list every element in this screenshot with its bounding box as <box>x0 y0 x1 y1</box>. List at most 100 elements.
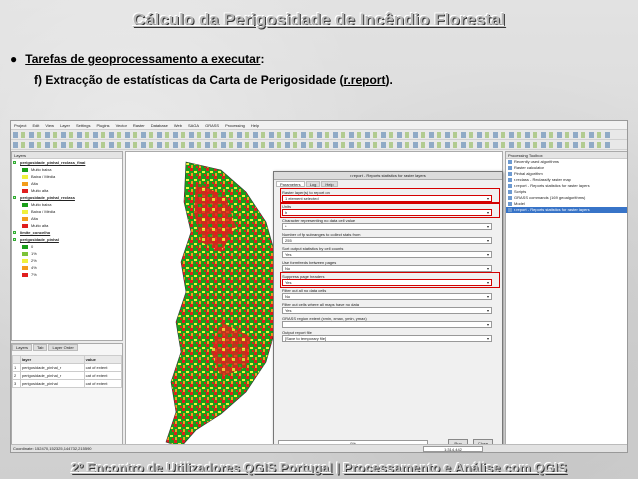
legend-label: 1% <box>31 251 37 256</box>
layer-checkbox[interactable] <box>13 231 16 234</box>
menu-item[interactable]: Processing <box>222 121 248 130</box>
processing-toolbox: Processing Toolbox Recently used algorit… <box>505 151 627 452</box>
algorithm-icon <box>508 202 512 206</box>
field-input[interactable]: [Save to temporary file] <box>282 335 492 342</box>
rreport-link[interactable]: r.report <box>343 73 385 87</box>
toolbar-icons[interactable] <box>13 132 613 138</box>
table-row[interactable]: 3 perigosidade_pinhal cat of extent <box>12 379 123 388</box>
scale-field[interactable]: 1:314,442 <box>423 446 483 452</box>
layers-panel-title: Layers <box>12 152 122 159</box>
attr-tab[interactable]: Layer Order <box>48 344 78 351</box>
dialog-tab[interactable]: Help <box>321 181 338 187</box>
menu-item[interactable]: SAGA <box>185 121 202 130</box>
attribute-panel: Layers Tab Layer Order layer value 1 perigos… <box>11 343 123 452</box>
qgis-screenshot: Project Edit View Layer Settings Plugins Vecto… <box>10 120 628 453</box>
layer-checkbox[interactable] <box>13 161 16 164</box>
layer-checkbox[interactable] <box>13 238 16 241</box>
layer-name: perigosidade_pinhal_reclass_final <box>20 160 86 165</box>
legend-label: Muito alta <box>31 223 49 228</box>
toolbar-1 <box>11 130 627 140</box>
toolbox-item-label: r.report - Reports statistics for raster… <box>514 183 590 188</box>
layer-name: limite_concelho <box>20 230 51 235</box>
field-input[interactable]: Yes <box>282 251 492 258</box>
field-input[interactable]: 1 element selected <box>282 195 492 202</box>
legend-item: 7% <box>12 271 122 278</box>
legend-label: Alta <box>31 216 38 221</box>
dialog-tabs: Parameters Log Help <box>274 180 502 188</box>
legend-label: Muito alta <box>31 188 49 193</box>
legend-label: Muito baixa <box>31 167 52 172</box>
field-input[interactable] <box>282 321 492 328</box>
dialog-field: Filter out cells where all maps have no … <box>282 302 498 314</box>
legend-label: Baixa / Média <box>31 209 56 214</box>
attribute-table: layer value 1 perigosidade_pinhal_r cat of … <box>12 355 123 388</box>
field-input[interactable]: * <box>282 223 492 230</box>
bullet-link[interactable]: Tarefas de geoprocessamento a executar <box>25 52 260 66</box>
legend-swatch <box>22 188 28 193</box>
field-input[interactable]: h <box>282 209 492 216</box>
dialog-field: Use formfeeds between pages No <box>282 260 498 272</box>
toolbox-item-label: Recently used algorithms <box>514 159 559 164</box>
layer-group[interactable]: limite_concelho <box>12 229 122 236</box>
dialog-fields: Raster layer(s) to report on 1 element se… <box>274 188 502 342</box>
field-input[interactable]: 255 <box>282 237 492 244</box>
table-row[interactable]: 1 perigosidade_pinhal_r cat of extent <box>12 363 123 372</box>
menu-item[interactable]: GRASS <box>202 121 222 130</box>
toolbox-title: Processing Toolbox <box>506 152 627 159</box>
layer-group[interactable]: perigosidade_pinhal_reclass <box>12 194 122 201</box>
legend-swatch <box>22 209 28 214</box>
dialog-tab[interactable]: Log <box>305 181 321 187</box>
attr-header <box>12 355 21 364</box>
legend-item: Muito alta <box>12 187 122 194</box>
menu-item[interactable]: Settings <box>73 121 93 130</box>
toolbar-2 <box>11 140 627 150</box>
legend-swatch <box>22 181 28 186</box>
legend-swatch <box>22 174 28 179</box>
layers-panel: Layers perigosidade_pinhal_reclass_final… <box>11 151 123 341</box>
toolbox-item-label: Raster calculator <box>514 165 545 170</box>
table-cell: 3 <box>12 379 21 388</box>
table-cell: 1 <box>12 363 21 372</box>
legend-label: 7% <box>31 272 37 277</box>
menu-item[interactable]: View <box>42 121 57 130</box>
field-input[interactable]: Yes <box>282 279 492 286</box>
dialog-title: r.report - Reports statistics for raster… <box>274 172 502 180</box>
legend-item: Muito baixa <box>12 201 122 208</box>
status-bar: Coordinate: 152470,152325,144732,215590 … <box>11 444 627 452</box>
layer-group[interactable]: perigosidade_pinhal <box>12 236 122 243</box>
table-row[interactable]: 2 perigosidade_pinhal_r cat of extent <box>12 371 123 380</box>
attr-tab[interactable]: Tab <box>33 344 48 351</box>
dialog-field: Filter out all no data cells No <box>282 288 498 300</box>
attr-header: value <box>83 355 123 364</box>
field-input[interactable]: No <box>282 265 492 272</box>
field-input[interactable]: Yes <box>282 307 492 314</box>
menu-item[interactable]: Web <box>171 121 185 130</box>
menu-item[interactable]: Plugins <box>93 121 112 130</box>
legend-label: Muito baixa <box>31 202 52 207</box>
dialog-field: Sort output statistics by cell counts Yes <box>282 246 498 258</box>
menu-item[interactable]: Layer <box>57 121 73 130</box>
footer-left: 2º Encontro de Utilizadores QGIS Portuga… <box>71 460 333 475</box>
algorithm-icon <box>508 172 512 176</box>
field-input[interactable]: No <box>282 293 492 300</box>
sub-item: f) Extracção de estatísticas da Carta de… <box>34 73 393 87</box>
toolbox-item-label: Model <box>514 201 525 206</box>
toolbox-item[interactable]: r.report - Reports statistics for raster… <box>506 207 627 213</box>
attr-tab[interactable]: Layers <box>12 344 33 351</box>
menu-item[interactable]: Project <box>11 121 29 130</box>
layer-group[interactable]: perigosidade_pinhal_reclass_final <box>12 159 122 166</box>
toolbox-item-label: Scripts <box>514 189 527 194</box>
layer-checkbox[interactable] <box>13 196 16 199</box>
menu-item[interactable]: Edit <box>29 121 42 130</box>
layer-list: perigosidade_pinhal_reclass_final Muito b… <box>12 159 122 278</box>
menu-item[interactable]: Vector <box>113 121 130 130</box>
toolbar-icons[interactable] <box>13 142 613 148</box>
menu-item[interactable]: Database <box>148 121 171 130</box>
bullet-suffix: : <box>260 52 265 66</box>
dialog-tab[interactable]: Parameters <box>276 181 305 187</box>
legend-label: Baixa / Média <box>31 174 56 179</box>
legend-item: Alta <box>12 180 122 187</box>
legend-item: Baixa / Média <box>12 173 122 180</box>
menu-item[interactable]: Help <box>248 121 262 130</box>
menu-item[interactable]: Raster <box>130 121 148 130</box>
